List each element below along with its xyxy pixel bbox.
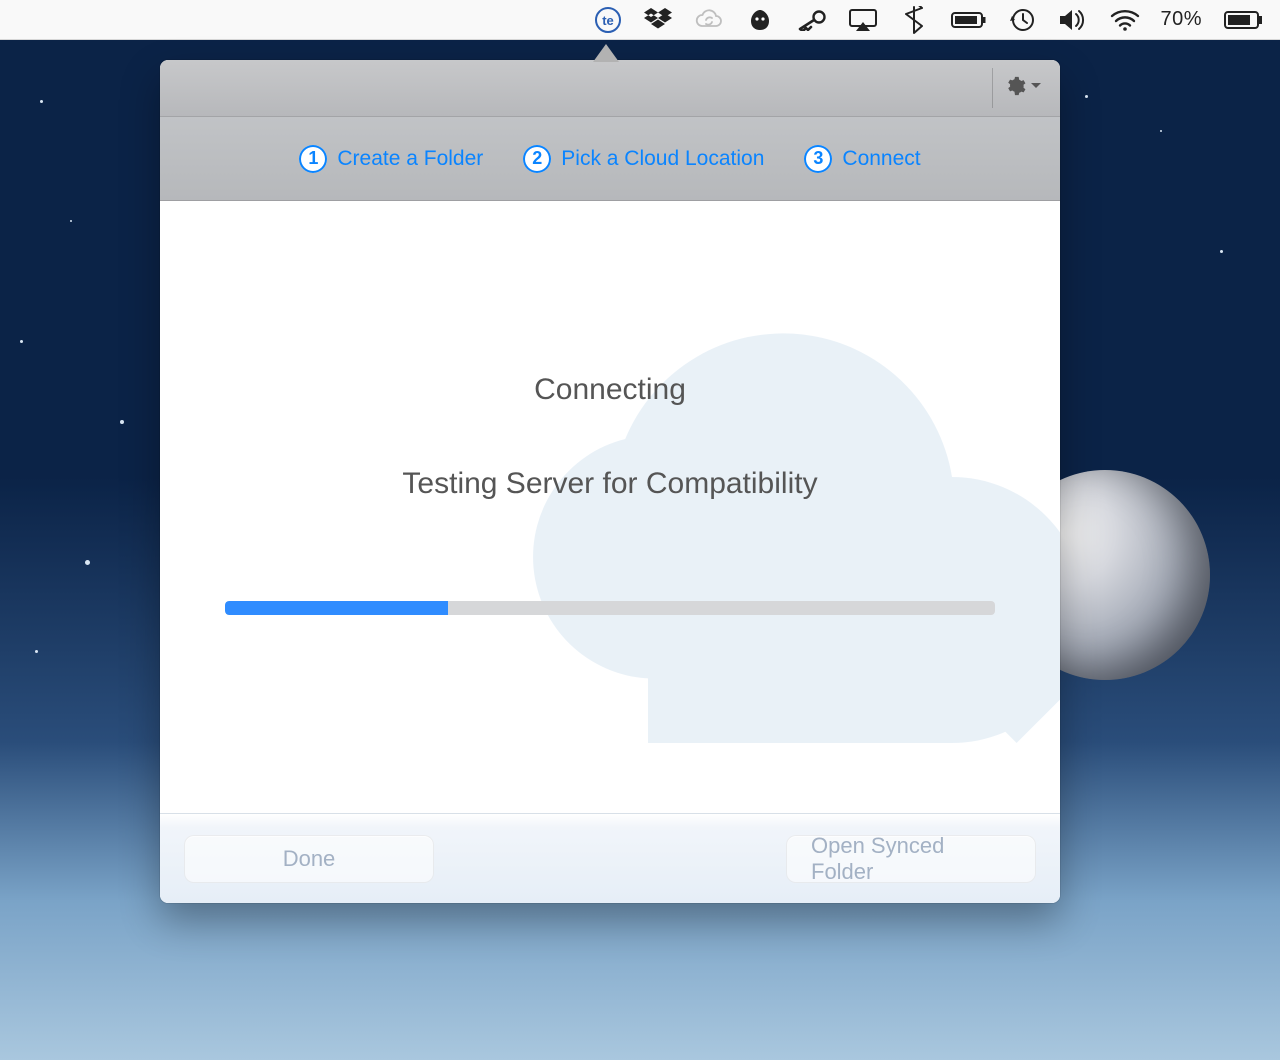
popover-arrow xyxy=(593,44,619,62)
popover-content: Connecting Testing Server for Compatibil… xyxy=(160,201,1060,813)
macos-menubar: te 70% xyxy=(0,0,1280,40)
dropbox-icon[interactable] xyxy=(644,0,672,40)
wizard-steps: 1 Create a Folder 2 Pick a Cloud Locatio… xyxy=(160,117,1060,201)
done-button[interactable]: Done xyxy=(184,835,434,883)
progress-bar xyxy=(225,601,995,615)
wifi-icon[interactable] xyxy=(1110,0,1140,40)
popover-titlebar xyxy=(160,60,1060,117)
star-decor xyxy=(20,340,23,343)
chevron-down-icon xyxy=(1030,79,1042,97)
star-decor xyxy=(1220,250,1223,253)
airplay-icon[interactable] xyxy=(848,0,878,40)
step-connect[interactable]: 3 Connect xyxy=(804,145,920,173)
star-decor xyxy=(35,650,38,653)
settings-button[interactable] xyxy=(992,68,1052,108)
timemachine-icon[interactable] xyxy=(1008,0,1036,40)
status-title: Connecting xyxy=(534,373,686,407)
step-badge: 3 xyxy=(804,145,832,173)
setup-popover: 1 Create a Folder 2 Pick a Cloud Locatio… xyxy=(160,60,1060,903)
step-badge: 1 xyxy=(299,145,327,173)
popover-footer: Done Open Synced Folder xyxy=(160,813,1060,903)
battery-percent-label: 70% xyxy=(1160,0,1202,40)
step-label: Pick a Cloud Location xyxy=(561,147,764,171)
cloud-arrow-watermark-icon xyxy=(420,211,1060,813)
step-pick-cloud[interactable]: 2 Pick a Cloud Location xyxy=(523,145,764,173)
step-create-folder[interactable]: 1 Create a Folder xyxy=(299,145,483,173)
step-label: Connect xyxy=(842,147,920,171)
star-decor xyxy=(1160,130,1162,132)
star-decor xyxy=(70,220,72,222)
step-label: Create a Folder xyxy=(337,147,483,171)
bluetooth-icon[interactable] xyxy=(900,0,928,40)
battery-icon[interactable] xyxy=(1224,0,1264,40)
key-icon[interactable] xyxy=(796,0,826,40)
keyboard-battery-icon[interactable] xyxy=(950,0,986,40)
gear-icon xyxy=(1004,75,1026,102)
open-synced-folder-button[interactable]: Open Synced Folder xyxy=(786,835,1036,883)
star-decor xyxy=(85,560,90,565)
cloud-sync-icon[interactable] xyxy=(694,0,724,40)
freckle-icon[interactable] xyxy=(746,0,774,40)
star-decor xyxy=(1085,95,1088,98)
star-decor xyxy=(120,420,124,424)
status-detail: Testing Server for Compatibility xyxy=(402,467,817,501)
te-icon[interactable]: te xyxy=(594,0,622,40)
step-badge: 2 xyxy=(523,145,551,173)
svg-text:te: te xyxy=(603,13,615,28)
progress-fill xyxy=(225,601,448,615)
volume-icon[interactable] xyxy=(1058,0,1088,40)
star-decor xyxy=(40,100,43,103)
